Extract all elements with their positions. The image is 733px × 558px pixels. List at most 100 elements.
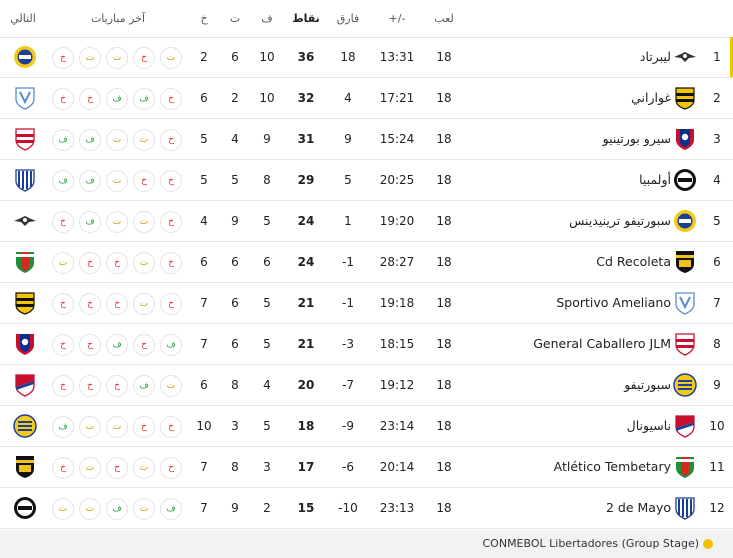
team-name[interactable]: General Caballero JLM xyxy=(451,324,671,364)
form-result-icon[interactable]: ت xyxy=(52,498,74,520)
form-result-icon[interactable]: ت xyxy=(106,170,128,192)
form-result-icon[interactable]: خ xyxy=(79,88,101,110)
form-result-icon[interactable]: ف xyxy=(52,170,74,192)
table-row[interactable]: خ ت خ ت خ 7 8 3 17 -6 20:14 18 Atlético Tembetary 11 xyxy=(0,447,733,488)
next-opponent-logo-icon[interactable] xyxy=(13,127,37,151)
form-result-icon[interactable]: خ xyxy=(52,211,74,233)
header-goals[interactable]: +/- xyxy=(380,0,414,37)
team-name[interactable]: Sportivo Ameliano xyxy=(451,283,671,323)
form-result-icon[interactable]: ت xyxy=(133,293,155,315)
team-name[interactable]: Cd Recoleta xyxy=(451,242,671,282)
form-result-icon[interactable]: ف xyxy=(52,129,74,151)
team-name[interactable]: ناسيونال xyxy=(451,406,671,446)
form-result-icon[interactable]: ف xyxy=(133,375,155,397)
form-result-icon[interactable]: خ xyxy=(160,252,182,274)
form-result-icon[interactable]: خ xyxy=(52,88,74,110)
form-result-icon[interactable]: خ xyxy=(79,293,101,315)
form-result-icon[interactable]: خ xyxy=(160,129,182,151)
form-result-icon[interactable]: خ xyxy=(79,375,101,397)
form-result-icon[interactable]: خ xyxy=(133,334,155,356)
form-result-icon[interactable]: ف xyxy=(52,416,74,438)
team-name[interactable]: أولمبيا xyxy=(451,160,671,200)
form-result-icon[interactable]: خ xyxy=(133,416,155,438)
form-result-icon[interactable]: ت xyxy=(133,498,155,520)
next-opponent-logo-icon[interactable] xyxy=(13,209,37,233)
form-result-icon[interactable]: ت xyxy=(106,211,128,233)
team-name[interactable]: سيرو بورتينيو xyxy=(451,119,671,159)
form-result-icon[interactable]: خ xyxy=(79,252,101,274)
team-name[interactable]: غواراني xyxy=(451,78,671,118)
next-opponent-logo-icon[interactable] xyxy=(13,373,37,397)
form-result-icon[interactable]: ف xyxy=(160,334,182,356)
table-row[interactable]: خ خ خ ف ت 6 8 4 20 -7 19:12 18 سبورتيفو 9 xyxy=(0,365,733,406)
header-diff[interactable]: فارق xyxy=(333,0,363,37)
form-result-icon[interactable]: ت xyxy=(79,457,101,479)
next-opponent-logo-icon[interactable] xyxy=(13,291,37,315)
table-row[interactable]: ف ف ت ت خ 5 4 9 31 9 15:24 18 سيرو بورتينيو 3 xyxy=(0,119,733,160)
table-row[interactable]: خ ف ت ت خ 4 9 5 24 1 19:20 18 سبورتيفو ترينيدينس 5 xyxy=(0,201,733,242)
team-name[interactable]: سبورتيفو xyxy=(451,365,671,405)
form-result-icon[interactable]: ف xyxy=(79,129,101,151)
form-result-icon[interactable]: ت xyxy=(106,416,128,438)
form-result-icon[interactable]: ت xyxy=(133,457,155,479)
form-result-icon[interactable]: ت xyxy=(133,129,155,151)
form-result-icon[interactable]: خ xyxy=(160,416,182,438)
form-result-icon[interactable]: ف xyxy=(106,88,128,110)
table-row[interactable]: خ خ خ ت خ 7 6 5 21 -1 19:18 18 Sportivo Ameliano 7 xyxy=(0,283,733,324)
team-name[interactable]: 2 de Mayo xyxy=(451,488,671,528)
table-row[interactable]: خ ت ت خ ت 2 6 10 36 18 13:31 18 ليبرتاد 1 xyxy=(0,37,733,78)
next-opponent-logo-icon[interactable] xyxy=(13,45,37,69)
form-result-icon[interactable]: خ xyxy=(106,457,128,479)
form-result-icon[interactable]: ت xyxy=(106,129,128,151)
table-row[interactable]: ف ت ت خ خ 10 3 5 18 -9 23:14 18 ناسيونال 10 xyxy=(0,406,733,447)
header-points[interactable]: نقاط xyxy=(290,0,322,37)
form-result-icon[interactable]: ت xyxy=(79,47,101,69)
form-result-icon[interactable]: خ xyxy=(106,252,128,274)
form-result-icon[interactable]: ف xyxy=(79,211,101,233)
form-result-icon[interactable]: ت xyxy=(160,47,182,69)
form-result-icon[interactable]: خ xyxy=(79,334,101,356)
form-result-icon[interactable]: ت xyxy=(133,252,155,274)
form-result-icon[interactable]: ف xyxy=(133,88,155,110)
form-result-icon[interactable]: خ xyxy=(160,88,182,110)
table-row[interactable]: ف ف ت خ خ 5 5 8 29 5 20:25 18 أولمبيا 4 xyxy=(0,160,733,201)
team-name[interactable]: Atlético Tembetary xyxy=(451,447,671,487)
form-result-icon[interactable]: خ xyxy=(52,293,74,315)
table-row[interactable]: ت خ خ ت خ 6 6 6 24 -1 28:27 18 Cd Recoleta 6 xyxy=(0,242,733,283)
form-result-icon[interactable]: ت xyxy=(133,211,155,233)
next-opponent-logo-icon[interactable] xyxy=(13,168,37,192)
team-name[interactable]: سبورتيفو ترينيدينس xyxy=(451,201,671,241)
table-row[interactable]: خ خ ف ف خ 6 2 10 32 4 17:21 18 غواراني 2 xyxy=(0,78,733,119)
next-opponent-logo-icon[interactable] xyxy=(13,250,37,274)
form-result-icon[interactable]: خ xyxy=(160,293,182,315)
form-result-icon[interactable]: خ xyxy=(160,211,182,233)
form-result-icon[interactable]: ت xyxy=(106,47,128,69)
next-opponent-logo-icon[interactable] xyxy=(13,86,37,110)
form-result-icon[interactable]: ت xyxy=(160,375,182,397)
form-result-icon[interactable]: خ xyxy=(106,375,128,397)
form-result-icon[interactable]: ت xyxy=(52,252,74,274)
form-result-icon[interactable]: خ xyxy=(160,170,182,192)
form-result-icon[interactable]: خ xyxy=(133,170,155,192)
form-result-icon[interactable]: خ xyxy=(106,293,128,315)
form-result-icon[interactable]: خ xyxy=(52,334,74,356)
next-opponent-logo-icon[interactable] xyxy=(13,496,37,520)
form-result-icon[interactable]: ف xyxy=(160,498,182,520)
table-row[interactable]: ت ت ف ت ف 7 9 2 15 -10 23:13 18 2 de Mayo 12 xyxy=(0,488,733,529)
next-opponent-logo-icon[interactable] xyxy=(13,332,37,356)
form-result-icon[interactable]: خ xyxy=(52,375,74,397)
next-opponent-logo-icon[interactable] xyxy=(13,455,37,479)
header-played[interactable]: لعب xyxy=(432,0,456,37)
team-name[interactable]: ليبرتاد xyxy=(451,37,671,77)
form-result-icon[interactable]: خ xyxy=(133,47,155,69)
table-row[interactable]: خ خ ف خ ف 7 6 5 21 -3 18:15 18 General Caballero JLM… xyxy=(0,324,733,365)
form-result-icon[interactable]: ت xyxy=(79,498,101,520)
form-result-icon[interactable]: ف xyxy=(79,170,101,192)
form-result-icon[interactable]: ت xyxy=(79,416,101,438)
form-result-icon[interactable]: خ xyxy=(52,47,74,69)
form-result-icon[interactable]: خ xyxy=(52,457,74,479)
form-result-icon[interactable]: ف xyxy=(106,334,128,356)
form-result-icon[interactable]: ف xyxy=(106,498,128,520)
next-opponent-logo-icon[interactable] xyxy=(13,414,37,438)
form-result-icon[interactable]: خ xyxy=(160,457,182,479)
